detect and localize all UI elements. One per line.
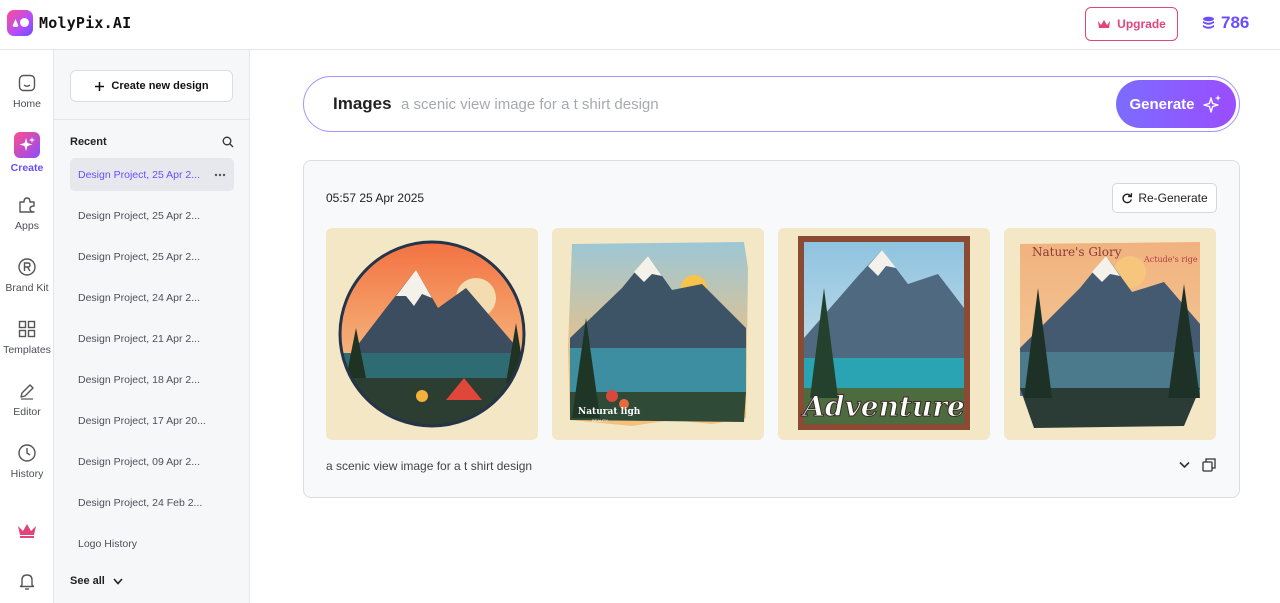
recent-item-label: Design Project, 25 Apr 2... <box>78 168 200 181</box>
recent-item[interactable]: Design Project, 18 Apr 2... <box>70 363 234 396</box>
recent-item-label: Design Project, 21 Apr 2... <box>78 332 200 345</box>
image-results: Naturat ligh BEAUTY Adventure Nature's G… <box>326 228 1216 440</box>
recent-item-label: Design Project, 24 Apr 2... <box>78 291 200 304</box>
chevron-down-icon[interactable] <box>1179 461 1190 469</box>
see-all-button[interactable]: See all <box>70 575 123 587</box>
nav-history-label: History <box>10 468 44 480</box>
nav-home-label: Home <box>12 98 41 110</box>
home-icon <box>16 72 38 94</box>
upgrade-label: Upgrade <box>1117 17 1166 31</box>
recent-item[interactable]: Design Project, 21 Apr 2... <box>70 322 234 355</box>
upgrade-button[interactable]: Upgrade <box>1085 7 1178 41</box>
recent-item-label: Design Project, 25 Apr 2... <box>78 250 200 263</box>
plus-icon <box>95 81 105 91</box>
app-logo[interactable]: MolyPix.AI <box>7 10 131 36</box>
premium-crown-icon[interactable] <box>17 522 37 543</box>
prompt-input[interactable] <box>401 91 1101 117</box>
logo-icon <box>7 10 33 36</box>
nav-brand-kit-label: Brand Kit <box>5 282 49 294</box>
generated-image[interactable]: Naturat ligh BEAUTY <box>552 228 764 440</box>
image-subtitle-text: Actude's rige <box>1143 255 1198 264</box>
see-all-label: See all <box>70 575 105 587</box>
nav-apps[interactable]: Apps <box>0 194 54 232</box>
puzzle-icon <box>16 194 38 216</box>
bell-icon[interactable] <box>17 571 37 596</box>
credits-counter[interactable]: 786 <box>1202 13 1249 33</box>
copy-icon[interactable] <box>1202 458 1216 472</box>
nav-apps-label: Apps <box>15 220 39 232</box>
recent-item-label: Design Project, 17 Apr 20... <box>78 414 206 427</box>
prompt-bar: Images Generate <box>303 76 1240 132</box>
search-icon[interactable] <box>222 136 234 148</box>
nav-templates-label: Templates <box>3 344 51 356</box>
sparkle-icon <box>14 132 40 158</box>
image-overlay-subtext: BEAUTY <box>592 418 608 423</box>
recent-item[interactable]: Design Project, 25 Apr 2... <box>70 158 234 191</box>
projects-sidebar: Create new design Recent Design Project,… <box>54 50 250 603</box>
recent-item[interactable]: Design Project, 17 Apr 20... <box>70 404 234 437</box>
recent-item[interactable]: Design Project, 24 Apr 2... <box>70 281 234 314</box>
recent-label: Recent <box>70 136 107 148</box>
sidebar-divider <box>54 119 250 120</box>
logo-history-item[interactable]: Logo History <box>70 527 234 560</box>
generated-image[interactable] <box>326 228 538 440</box>
prompt-caption: a scenic view image for a t shirt design <box>326 459 533 473</box>
pencil-icon <box>16 380 38 402</box>
regenerate-label: Re-Generate <box>1138 191 1208 205</box>
generated-image[interactable]: Nature's Glory Actude's rige <box>1004 228 1216 440</box>
crown-icon <box>1098 20 1111 28</box>
grid-icon <box>16 318 38 340</box>
recent-item-label: Design Project, 25 Apr 2... <box>78 209 200 222</box>
recent-item-label: Design Project, 18 Apr 2... <box>78 373 200 386</box>
regenerate-button[interactable]: Re-Generate <box>1112 183 1217 213</box>
nav-rail: Home Create Apps Brand Kit Templates Edi… <box>0 50 54 603</box>
nav-brand-kit[interactable]: Brand Kit <box>0 256 54 294</box>
recent-item[interactable]: Design Project, 25 Apr 2... <box>70 199 234 232</box>
card-actions <box>1179 458 1216 472</box>
nav-editor-label: Editor <box>13 406 41 418</box>
recent-header: Recent <box>70 136 234 148</box>
chevron-down-icon <box>113 577 123 585</box>
nav-home[interactable]: Home <box>0 72 54 110</box>
nav-history[interactable]: History <box>0 442 54 480</box>
image-overlay-text: Adventure <box>800 390 965 423</box>
nav-create-label: Create <box>10 162 44 174</box>
nav-editor[interactable]: Editor <box>0 380 54 418</box>
image-title-text: Nature's Glory <box>1032 245 1122 259</box>
generated-image[interactable]: Adventure <box>778 228 990 440</box>
generate-button[interactable]: Generate <box>1116 80 1236 128</box>
top-bar: MolyPix.AI Upgrade 786 <box>0 0 1280 50</box>
credits-value: 786 <box>1221 13 1250 32</box>
recent-item[interactable]: Design Project, 25 Apr 2... <box>70 240 234 273</box>
recent-item[interactable]: Design Project, 24 Feb 2... <box>70 486 234 519</box>
mode-selector[interactable]: Images <box>333 94 392 114</box>
recent-item[interactable]: Design Project, 09 Apr 2... <box>70 445 234 478</box>
refresh-icon <box>1122 193 1133 204</box>
recent-list: Design Project, 25 Apr 2... Design Proje… <box>70 158 234 568</box>
result-card: 05:57 25 Apr 2025 Re-Generate Naturat li… <box>303 160 1240 498</box>
coins-icon <box>1203 16 1214 29</box>
clock-icon <box>16 442 38 464</box>
registered-icon <box>16 256 38 278</box>
image-overlay-text: Naturat ligh <box>578 407 641 417</box>
generate-label: Generate <box>1129 95 1195 113</box>
recent-item-label: Design Project, 24 Feb 2... <box>78 496 203 509</box>
create-new-design-label: Create new design <box>111 80 209 92</box>
sparkle-icon <box>1202 95 1221 113</box>
create-new-design-button[interactable]: Create new design <box>70 70 233 102</box>
generation-timestamp: 05:57 25 Apr 2025 <box>326 191 425 205</box>
recent-item-label: Design Project, 09 Apr 2... <box>78 455 200 468</box>
app-name: MolyPix.AI <box>39 14 132 32</box>
nav-templates[interactable]: Templates <box>0 318 54 356</box>
recent-item-label: Logo History <box>78 537 137 550</box>
nav-create[interactable]: Create <box>0 132 54 174</box>
more-icon[interactable] <box>214 173 226 177</box>
